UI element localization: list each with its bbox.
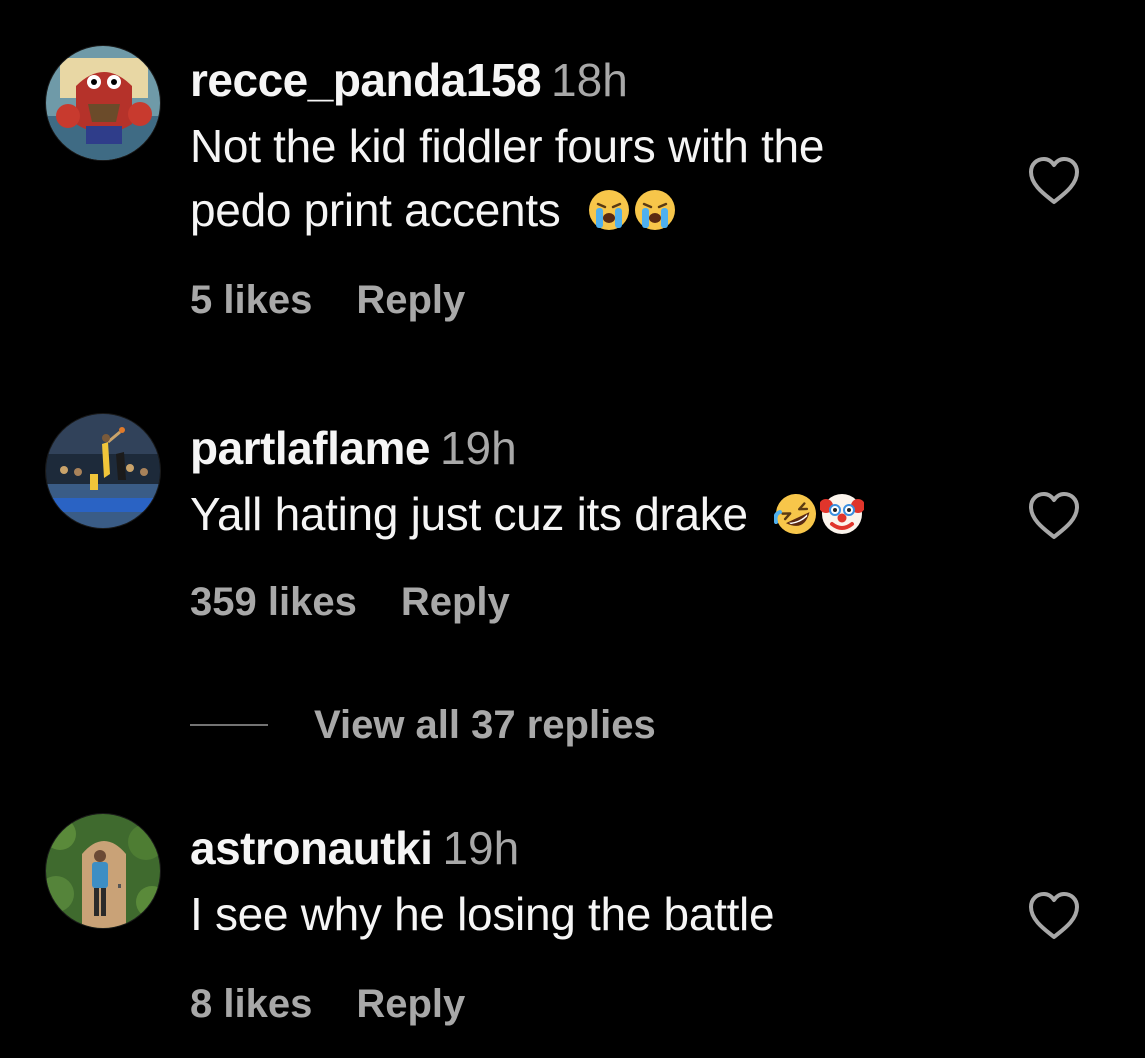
username[interactable]: astronautki: [190, 822, 433, 874]
like-count[interactable]: 359 likes: [190, 580, 357, 624]
comment-actions: 8 likes Reply: [190, 982, 465, 1027]
heart-outline-icon[interactable]: [1027, 891, 1081, 941]
comment-text-line: I see why he losing the battle: [190, 888, 775, 940]
reply-button[interactable]: Reply: [356, 278, 465, 322]
comment-actions: 359 likes Reply: [190, 580, 510, 625]
clown-face-icon: [820, 494, 865, 534]
comment-text-line: Yall hating just cuz its drake: [190, 482, 990, 546]
comment-text-line: pedo print accents: [190, 178, 990, 242]
heart-outline-icon[interactable]: [1027, 156, 1081, 206]
avatar[interactable]: [45, 413, 161, 529]
reply-button[interactable]: Reply: [401, 580, 510, 624]
comment-text: I see why he losing the battle: [190, 882, 990, 946]
avatar[interactable]: [45, 813, 161, 929]
cartoon-crab-avatar: [46, 46, 160, 160]
comment-text-segment: Yall hating just cuz its drake: [190, 488, 748, 540]
comment-text-segment: pedo print accents: [190, 184, 561, 236]
comment-header: partlaflame 19h: [190, 420, 990, 476]
like-count[interactable]: 5 likes: [190, 278, 312, 322]
loudly-crying-face-icon: [589, 190, 629, 230]
comment-text: Not the kid fiddler fours with the pedo …: [190, 114, 990, 242]
divider-line: [190, 724, 268, 726]
comment-header: astronautki 19h: [190, 820, 990, 876]
loudly-crying-face-icon: [635, 190, 675, 230]
timestamp: 18h: [551, 54, 628, 106]
rolling-on-floor-laughing-icon: [774, 494, 817, 534]
reply-button[interactable]: Reply: [356, 982, 465, 1026]
comment-actions: 5 likes Reply: [190, 278, 465, 323]
heart-outline-icon[interactable]: [1027, 491, 1081, 541]
timestamp: 19h: [442, 822, 520, 874]
comment-body: partlaflame 19h Yall hating just cuz its …: [190, 420, 990, 546]
comment-header: recce_panda158 18h: [190, 52, 990, 108]
like-count[interactable]: 8 likes: [190, 982, 312, 1026]
person-in-garden-avatar: [46, 814, 160, 928]
basketball-arena-avatar: [46, 414, 160, 528]
view-replies-label: View all 37 replies: [314, 702, 656, 747]
comment-body: recce_panda158 18h Not the kid fiddler fo…: [190, 52, 990, 242]
view-replies-button[interactable]: View all 37 replies: [190, 700, 656, 750]
username[interactable]: partlaflame: [190, 422, 430, 474]
timestamp: 19h: [439, 422, 517, 474]
username[interactable]: recce_panda158: [190, 54, 542, 106]
comment-text-line: Not the kid fiddler fours with the: [190, 120, 825, 172]
avatar[interactable]: [45, 45, 161, 161]
comment-text: Yall hating just cuz its drake: [190, 482, 990, 546]
comment-body: astronautki 19h I see why he losing the b…: [190, 820, 990, 946]
